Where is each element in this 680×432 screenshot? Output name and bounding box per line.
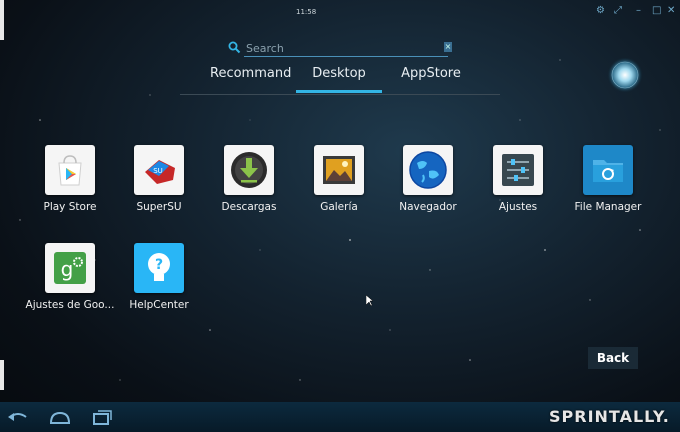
settings-gear-icon[interactable]: ⚙: [596, 6, 605, 16]
app-play-store[interactable]: Play Store: [25, 145, 115, 213]
app-label: File Manager: [574, 201, 642, 213]
app-helpcenter[interactable]: ? HelpCenter: [114, 243, 204, 311]
app-label: Descargas: [221, 201, 277, 213]
mouse-cursor-icon: [366, 295, 374, 307]
google-settings-icon: g: [45, 243, 95, 293]
status-clock: 11:58: [296, 8, 317, 16]
app-file-manager[interactable]: File Manager: [563, 145, 653, 213]
settings-sliders-icon: [493, 145, 543, 195]
app-label: Play Store: [43, 201, 97, 213]
app-label: HelpCenter: [129, 299, 189, 311]
tab-bar: Recommand Desktop AppStore: [180, 60, 500, 96]
tab-appstore[interactable]: AppStore: [400, 66, 462, 81]
watermark-logo: SPRINTALLY.: [549, 407, 670, 426]
search-icon: [228, 41, 241, 54]
search-clear-icon[interactable]: ×: [444, 42, 452, 52]
maximize-icon[interactable]: □: [652, 6, 661, 16]
download-icon: [224, 145, 274, 195]
supersu-icon: SU: [134, 145, 184, 195]
folder-icon: [583, 145, 633, 195]
back-button[interactable]: Back: [588, 347, 638, 369]
gallery-icon: [314, 145, 364, 195]
app-ajustes[interactable]: Ajustes: [473, 145, 563, 213]
close-icon[interactable]: ✕: [667, 6, 675, 16]
tab-recommand[interactable]: Recommand: [210, 66, 291, 81]
app-navegador[interactable]: Navegador: [383, 145, 473, 213]
left-edge-strip: [0, 360, 4, 390]
app-label: Navegador: [399, 201, 457, 213]
app-label: SuperSU: [136, 201, 182, 213]
browser-globe-icon: [403, 145, 453, 195]
fullscreen-icon[interactable]: ⤢: [614, 6, 622, 16]
play-store-icon: [45, 145, 95, 195]
tab-divider-line: [180, 94, 500, 95]
app-supersu[interactable]: SU SuperSU: [114, 145, 204, 213]
home-icon[interactable]: [48, 407, 72, 427]
svg-text:SU: SU: [153, 167, 163, 175]
top-status-bar: 11:58 ⚙ ⤢ – □ ✕: [0, 0, 680, 22]
tab-desktop[interactable]: Desktop: [296, 66, 382, 93]
back-arrow-icon[interactable]: [6, 407, 30, 427]
glowing-orb-icon[interactable]: [606, 56, 644, 94]
app-label: Ajustes: [498, 201, 538, 213]
app-ajustes-de-google[interactable]: g Ajustes de Goo...: [25, 243, 115, 311]
search-input[interactable]: [244, 40, 448, 57]
app-label: Ajustes de Goo...: [25, 299, 115, 311]
recent-apps-icon[interactable]: [90, 407, 114, 427]
svg-text:?: ?: [155, 257, 163, 273]
help-bulb-icon: ?: [134, 243, 184, 293]
app-galeria[interactable]: Galería: [294, 145, 384, 213]
search-bar: ×: [224, 38, 452, 58]
svg-text:g: g: [61, 257, 74, 281]
minimize-icon[interactable]: –: [636, 6, 641, 16]
app-label: Galería: [320, 201, 358, 213]
app-descargas[interactable]: Descargas: [204, 145, 294, 213]
